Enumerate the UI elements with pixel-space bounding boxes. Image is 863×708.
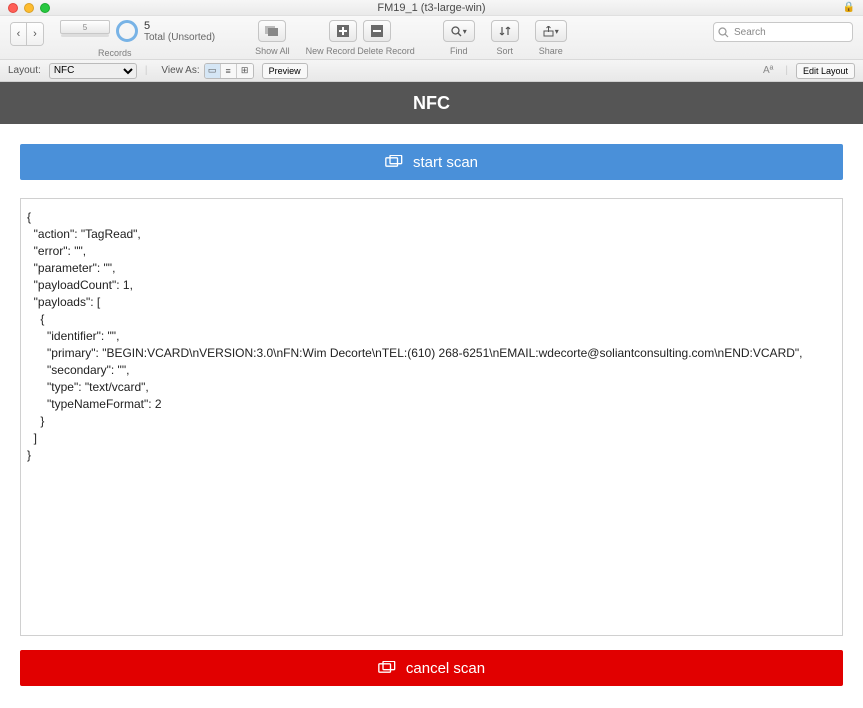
show-all-icon [265,26,279,36]
window-title: FM19_1 (t3-large-win) [0,2,863,14]
layout-select[interactable]: NFC [49,63,137,79]
records-label: Records [98,48,132,58]
sort-label: Sort [496,46,513,56]
start-scan-button[interactable]: start scan [20,144,843,180]
view-form-button[interactable]: ▭ [205,64,221,78]
page-header: NFC [0,82,863,124]
search-icon [451,26,462,37]
record-nav-arrows: ‹ › [10,22,44,46]
delete-record-button[interactable] [363,20,391,42]
cancel-scan-button[interactable]: cancel scan [20,650,843,686]
toolbar: ‹ › 5 5 Total (Unsorted) Records Show Al… [0,16,863,60]
view-table-button[interactable]: ⊞ [237,64,253,78]
minus-icon [371,25,383,37]
record-pie-icon [116,20,138,42]
view-list-button[interactable]: ≡ [221,64,237,78]
show-all-label: Show All [255,46,290,56]
delete-record-label: Delete Record [357,46,415,56]
search-icon [718,27,729,38]
find-button[interactable]: ▾ [443,20,475,42]
page-title: NFC [413,93,450,114]
total-status: Total (Unsorted) [144,32,215,44]
window-titlebar: FM19_1 (t3-large-win) 🔒 [0,0,863,16]
lock-icon: 🔒 [843,2,855,13]
content-area: start scan { "action": "TagRead", "error… [0,124,863,706]
layout-bar: Layout: NFC | View As: ▭ ≡ ⊞ Preview Aª … [0,60,863,82]
sort-button[interactable] [491,20,519,42]
text-format-icon[interactable]: Aª [763,65,773,76]
records-cluster: 5 5 Total (Unsorted) [60,20,215,44]
layout-label: Layout: [8,65,41,76]
record-slider[interactable]: 5 [60,20,110,34]
find-label: Find [450,46,468,56]
search-placeholder: Search [734,27,766,38]
scan-icon [378,661,398,675]
cancel-scan-label: cancel scan [406,660,485,677]
new-record-label: New Record [306,46,356,56]
scan-icon [385,155,405,169]
sort-icon [499,25,511,37]
preview-button[interactable]: Preview [262,63,308,79]
share-label: Share [539,46,563,56]
share-icon [543,26,554,37]
search-input[interactable]: Search [713,22,853,42]
prev-record-button[interactable]: ‹ [11,23,27,45]
new-record-button[interactable] [329,20,357,42]
start-scan-label: start scan [413,154,478,171]
viewas-label: View As: [161,65,199,76]
next-record-button[interactable]: › [27,23,43,45]
view-mode-switcher: ▭ ≡ ⊞ [204,63,254,79]
show-all-button[interactable] [258,20,286,42]
scan-result-box[interactable]: { "action": "TagRead", "error": "", "par… [20,198,843,636]
plus-icon [337,25,349,37]
share-button[interactable]: ▾ [535,20,567,42]
total-count: 5 [144,20,215,32]
edit-layout-button[interactable]: Edit Layout [796,63,855,79]
